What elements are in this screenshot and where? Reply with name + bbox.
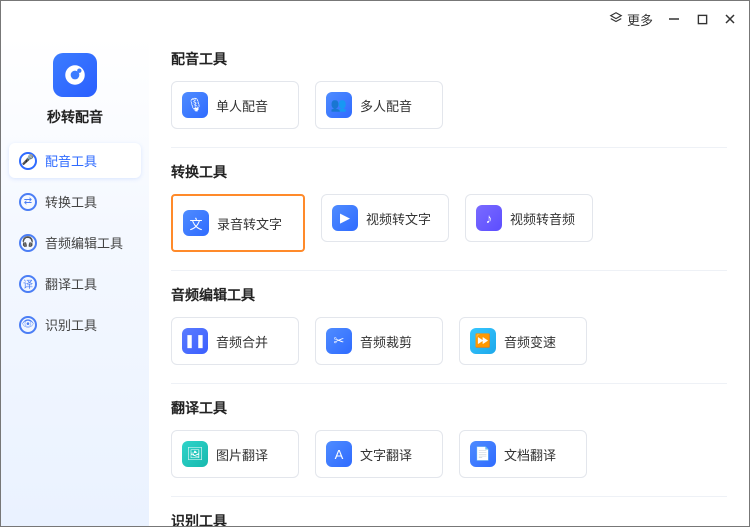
tool-icon: 📄 [470, 441, 496, 467]
divider [171, 270, 727, 271]
tool-tile[interactable]: 📄 文档翻译 [459, 430, 587, 478]
tool-icon: ⏩ [470, 328, 496, 354]
app-logo [53, 53, 97, 97]
app-window: 更多 秒转配音 🎤配音工具⇄转换工具🎧音频编辑工具译翻译工具👁识别工具 配音工具… [0, 0, 750, 527]
section-title: 转换工具 [171, 162, 727, 182]
sidebar-item-3[interactable]: 译翻译工具 [9, 266, 141, 301]
divider [171, 147, 727, 148]
tool-icon: A [326, 441, 352, 467]
tool-icon: 👥 [326, 92, 352, 118]
tool-icon: 文 [183, 210, 209, 236]
more-label: 更多 [627, 10, 653, 29]
divider [171, 496, 727, 497]
tool-label: 图片翻译 [216, 445, 268, 464]
divider [171, 383, 727, 384]
tool-label: 文档翻译 [504, 445, 556, 464]
tool-tile[interactable]: 文录音转文字 [171, 194, 305, 252]
section-title: 音频编辑工具 [171, 285, 727, 305]
tile-row: 🎙 单人配音 👥 多人配音 [171, 81, 727, 129]
tool-label: 音频合并 [216, 332, 268, 351]
tool-icon: ✂ [326, 328, 352, 354]
section-1: 转换工具文录音转文字 ▶ 视频转文字 ♪ 视频转音频 [171, 162, 727, 252]
tool-tile[interactable]: ❚❚ 音频合并 [171, 317, 299, 365]
tool-icon: ❚❚ [182, 328, 208, 354]
close-button[interactable] [723, 12, 737, 26]
sidebar-item-4[interactable]: 👁 识别工具 [9, 307, 141, 342]
section-2: 音频编辑工具 ❚❚ 音频合并 ✂ 音频裁剪 ⏩ 音频变速 [171, 285, 727, 365]
tool-label: 录音转文字 [217, 214, 282, 233]
tool-label: 音频裁剪 [360, 332, 412, 351]
section-0: 配音工具 🎙 单人配音 👥 多人配音 [171, 49, 727, 129]
tool-icon: ♪ [476, 205, 502, 231]
layers-icon [609, 11, 623, 28]
tool-icon: 🖼 [182, 441, 208, 467]
sidebar-item-icon: 🎧 [19, 234, 37, 252]
more-button[interactable]: 更多 [609, 10, 653, 29]
tool-tile[interactable]: A 文字翻译 [315, 430, 443, 478]
tool-icon: 🎙 [182, 92, 208, 118]
sidebar-item-label: 转换工具 [45, 192, 97, 211]
tool-tile[interactable]: 🎙 单人配音 [171, 81, 299, 129]
main-content: 配音工具 🎙 单人配音 👥 多人配音转换工具文录音转文字 ▶ 视频转文字 ♪ 视频转音频音频编辑… [149, 37, 749, 526]
tool-tile[interactable]: 🖼 图片翻译 [171, 430, 299, 478]
sidebar-item-0[interactable]: 🎤 配音工具 [9, 143, 141, 178]
section-3: 翻译工具 🖼 图片翻译 A 文字翻译 📄 文档翻译 [171, 398, 727, 478]
tool-tile[interactable]: ⏩ 音频变速 [459, 317, 587, 365]
tool-label: 音频变速 [504, 332, 556, 351]
sidebar-item-label: 配音工具 [45, 151, 97, 170]
tool-tile[interactable]: ♪ 视频转音频 [465, 194, 593, 242]
app-title: 秒转配音 [47, 107, 103, 127]
sidebar-item-icon: 👁 [19, 316, 37, 334]
app-body: 秒转配音 🎤配音工具⇄转换工具🎧音频编辑工具译翻译工具👁识别工具 配音工具🎙单人… [1, 37, 749, 526]
sidebar-item-icon: 译 [19, 275, 37, 293]
sidebar: 秒转配音 🎤 配音工具 ⇄ 转换工具 🎧 音频编辑工具译翻译工具 👁 识别工具 [1, 37, 149, 526]
sidebar-item-label: 翻译工具 [45, 274, 97, 293]
minimize-button[interactable] [667, 12, 681, 26]
section-title: 配音工具 [171, 49, 727, 69]
sidebar-item-icon: 🎤 [19, 152, 37, 170]
sidebar-item-label: 识别工具 [45, 315, 97, 334]
sidebar-item-label: 音频编辑工具 [45, 233, 123, 252]
section-title: 识别工具 [171, 511, 727, 526]
tool-label: 文字翻译 [360, 445, 412, 464]
tool-icon: ▶ [332, 205, 358, 231]
tool-label: 单人配音 [216, 96, 268, 115]
tile-row: 文录音转文字 ▶ 视频转文字 ♪ 视频转音频 [171, 194, 727, 252]
tool-tile[interactable]: ▶ 视频转文字 [321, 194, 449, 242]
tool-tile[interactable]: ✂ 音频裁剪 [315, 317, 443, 365]
sidebar-nav: 🎤 配音工具 ⇄ 转换工具 🎧 音频编辑工具译翻译工具 👁 识别工具 [9, 143, 141, 342]
section-title: 翻译工具 [171, 398, 727, 418]
tile-row: 🖼 图片翻译 A 文字翻译 📄 文档翻译 [171, 430, 727, 478]
tile-row: ❚❚ 音频合并 ✂ 音频裁剪 ⏩ 音频变速 [171, 317, 727, 365]
section-4: 识别工具🖼图片文字识别 [171, 511, 727, 526]
titlebar: 更多 [1, 1, 749, 37]
maximize-button[interactable] [695, 12, 709, 26]
sidebar-item-2[interactable]: 🎧 音频编辑工具 [9, 225, 141, 260]
tool-tile[interactable]: 👥 多人配音 [315, 81, 443, 129]
sidebar-item-1[interactable]: ⇄ 转换工具 [9, 184, 141, 219]
tool-label: 多人配音 [360, 96, 412, 115]
sidebar-item-icon: ⇄ [19, 193, 37, 211]
tool-label: 视频转文字 [366, 209, 431, 228]
tool-label: 视频转音频 [510, 209, 575, 228]
